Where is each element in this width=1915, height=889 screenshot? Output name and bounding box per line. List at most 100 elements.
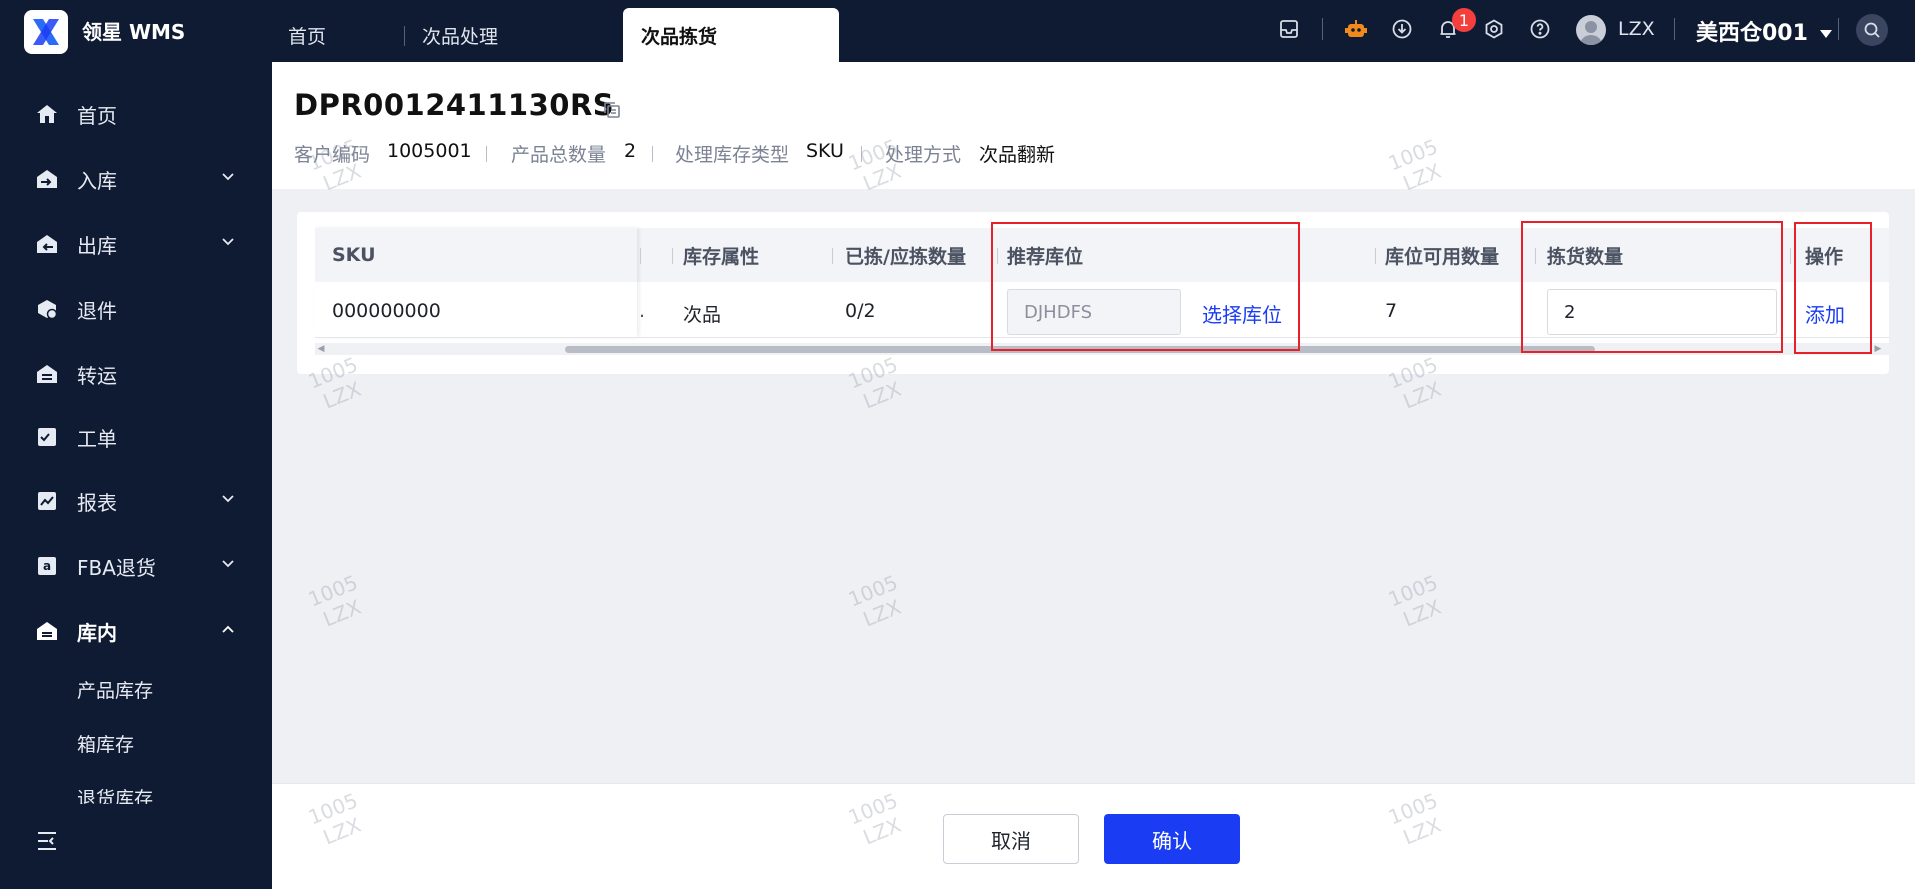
- tab-label: 首页: [288, 25, 327, 48]
- customer-code-value: 1005001: [387, 140, 472, 162]
- sidebar-item-fba-returns[interactable]: a FBA退货: [0, 540, 272, 590]
- watermark-line: 1005: [1384, 570, 1442, 612]
- watermark-line: LZX: [319, 376, 365, 414]
- help-icon[interactable]: [1525, 14, 1555, 44]
- chevron-down-icon: [218, 167, 238, 187]
- warehouse-icon: [34, 618, 60, 644]
- top-bar: 领星 WMS 首页 次品处理 次品拣货 1 LZX 美西仓001: [0, 0, 1915, 62]
- sidebar-item-label: 退件: [77, 299, 117, 323]
- total-qty-value: 2: [624, 140, 637, 162]
- home-icon: [34, 101, 60, 127]
- column-header-sku: SKU: [332, 244, 376, 266]
- avatar[interactable]: [1576, 15, 1606, 45]
- chevron-down-icon: [218, 232, 238, 252]
- recommended-location-input[interactable]: DJHDFS: [1007, 289, 1181, 335]
- cancel-button[interactable]: 取消: [943, 814, 1079, 864]
- column-header-available: 库位可用数量: [1385, 245, 1500, 268]
- stock-type-label: 处理库存类型: [675, 144, 790, 166]
- caret-down-icon: [1819, 30, 1832, 38]
- chevron-up-icon: [218, 619, 238, 639]
- divider: [672, 248, 673, 264]
- divider: [1838, 18, 1839, 40]
- svg-text:a: a: [43, 559, 51, 573]
- chevron-down-icon: [218, 554, 238, 574]
- sidebar-item-label: 出库: [77, 234, 117, 258]
- divider: [997, 248, 998, 264]
- sidebar-item-transfer[interactable]: 转运: [0, 348, 272, 398]
- sidebar-item-label: FBA退货: [77, 556, 156, 580]
- sidebar-item-reports[interactable]: 报表: [0, 475, 272, 525]
- sidebar-item-home[interactable]: 首页: [0, 88, 272, 138]
- sidebar: 首页 入库 出库 退件 转运 工单 报表 a FBA退货 库内 产品库存 箱库存…: [0, 62, 272, 889]
- amazon-icon: a: [34, 553, 60, 579]
- sidebar-item-outbound[interactable]: 出库: [0, 218, 272, 268]
- tab-home[interactable]: 首页: [270, 8, 344, 62]
- sidebar-item-label: 首页: [77, 104, 117, 128]
- search-icon[interactable]: [1856, 14, 1888, 46]
- cell-picked: 0/2: [845, 300, 876, 322]
- sidebar-item-inbound[interactable]: 入库: [0, 153, 272, 203]
- user-name[interactable]: LZX: [1618, 18, 1655, 40]
- app-name: 领星 WMS: [82, 20, 186, 44]
- collapse-menu-icon[interactable]: [34, 827, 62, 855]
- inbox-icon[interactable]: [1274, 14, 1304, 44]
- watermark-line: LZX: [319, 594, 365, 632]
- watermark-line: LZX: [1399, 594, 1445, 632]
- watermark-line: LZX: [859, 594, 905, 632]
- notification-badge: 1: [1452, 8, 1476, 32]
- cell-available: 7: [1385, 300, 1398, 322]
- column-header-stock-attr: 库存属性: [683, 245, 760, 268]
- watermark-line: 1005: [844, 570, 902, 612]
- report-icon: [34, 488, 60, 514]
- warehouse-selector[interactable]: 美西仓001: [1696, 15, 1832, 47]
- sidebar-item-in-warehouse[interactable]: 库内: [0, 605, 272, 655]
- warehouse-name: 美西仓001: [1696, 21, 1808, 46]
- divider: [1535, 248, 1536, 264]
- tab-label: 次品拣货: [641, 25, 718, 48]
- sidebar-item-returns[interactable]: 退件: [0, 283, 272, 333]
- sidebar-subitem-return-stock[interactable]: 退货库存: [77, 784, 153, 804]
- scroll-thumb[interactable]: [565, 346, 1595, 353]
- watermark: 1005 LZX: [1385, 570, 1450, 634]
- download-icon[interactable]: [1387, 14, 1417, 44]
- confirm-button[interactable]: 确认: [1104, 814, 1240, 864]
- watermark-line: LZX: [1399, 376, 1445, 414]
- divider: [640, 248, 641, 264]
- divider: [1375, 248, 1376, 264]
- action-footer: 取消 确认: [272, 783, 1915, 889]
- divider: [1790, 248, 1791, 264]
- robot-icon[interactable]: [1341, 14, 1371, 44]
- method-value: 次品翻新: [979, 144, 1056, 166]
- divider: [652, 146, 653, 162]
- sidebar-item-workorder[interactable]: 工单: [0, 411, 272, 461]
- pick-qty-input[interactable]: 2: [1547, 289, 1777, 335]
- inbound-icon: [34, 166, 60, 192]
- choose-location-link[interactable]: 选择库位: [1202, 299, 1282, 328]
- horizontal-scrollbar[interactable]: ◀ ▶: [315, 343, 1889, 355]
- settings-icon[interactable]: [1479, 14, 1509, 44]
- column-header-location: 推荐库位: [1007, 245, 1084, 268]
- copy-icon[interactable]: [602, 100, 624, 122]
- transfer-icon: [34, 361, 60, 387]
- sidebar-subitem-product-stock[interactable]: 产品库存: [77, 676, 153, 703]
- divider: [315, 337, 1889, 338]
- watermark: 1005 LZX: [305, 570, 370, 634]
- scroll-right-icon[interactable]: ▶: [1872, 343, 1884, 355]
- tab-defect-processing[interactable]: 次品处理: [404, 8, 516, 62]
- divider: [861, 146, 862, 162]
- sidebar-subitem-box-stock[interactable]: 箱库存: [77, 730, 134, 757]
- cell-stock-attr: 次品: [683, 304, 722, 326]
- watermark-line: LZX: [859, 376, 905, 414]
- column-header-picked: 已拣/应拣数量: [845, 245, 966, 268]
- scroll-left-icon[interactable]: ◀: [315, 343, 327, 355]
- tab-defect-picking[interactable]: 次品拣货: [623, 8, 839, 62]
- stock-type-value: SKU: [806, 140, 844, 162]
- cell-overflow-ellipsis: .: [639, 300, 646, 322]
- column-header-pick-qty: 拣货数量: [1547, 245, 1624, 268]
- sidebar-item-label: 库内: [77, 621, 117, 645]
- chevron-down-icon: [218, 489, 238, 509]
- divider: [486, 146, 487, 162]
- page-title: DPR0012411130RS: [294, 88, 615, 122]
- add-link[interactable]: 添加: [1805, 299, 1845, 328]
- method-label: 处理方式: [885, 144, 962, 166]
